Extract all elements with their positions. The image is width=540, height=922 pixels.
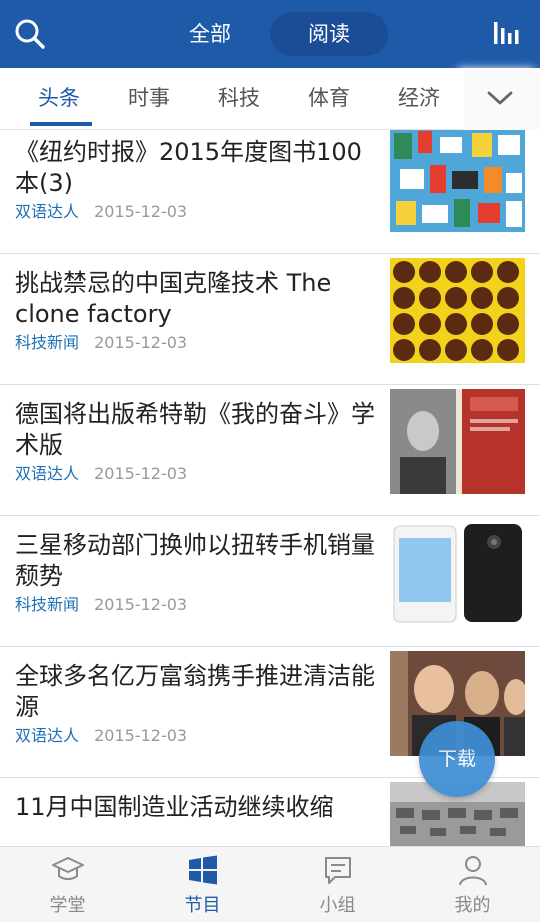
article-source: 科技新闻	[15, 333, 80, 352]
article-title: 11月中国制造业活动继续收缩	[15, 793, 334, 821]
article-item[interactable]: 德国将出版希特勒《我的奋斗》学术版 双语达人 2015-12-03	[0, 385, 540, 516]
category-tab-sports[interactable]: 体育	[284, 68, 374, 130]
category-tab-economy[interactable]: 经济	[374, 68, 464, 130]
nav-item-programs[interactable]: 节目	[135, 847, 270, 922]
article-date: 2015-12-03	[94, 202, 188, 221]
article-title: 挑战禁忌的中国克隆技术 The clone factory	[15, 269, 332, 328]
article-date: 2015-12-03	[94, 726, 188, 745]
article-meta: 科技新闻 2015-12-03	[15, 594, 187, 616]
download-button[interactable]: 下载	[419, 721, 495, 797]
article-source: 科技新闻	[15, 595, 80, 614]
article-source: 双语达人	[15, 726, 80, 745]
category-tab-technology[interactable]: 科技	[194, 68, 284, 130]
article-thumbnail	[390, 258, 525, 363]
article-item[interactable]: 挑战禁忌的中国克隆技术 The clone factory 科技新闻 2015-…	[0, 254, 540, 385]
tab-reading[interactable]: 阅读	[270, 12, 388, 56]
chevron-down-icon	[487, 91, 513, 105]
top-app-bar: 全部 阅读	[0, 0, 540, 68]
books-illustration-image	[390, 130, 525, 232]
article-source: 双语达人	[15, 464, 80, 483]
nav-label: 学堂	[49, 895, 86, 916]
article-date: 2015-12-03	[94, 333, 188, 352]
article-date: 2015-12-03	[94, 464, 188, 483]
nav-label: 我的	[454, 895, 491, 916]
article-title: 全球多名亿万富翁携手推进清洁能源	[15, 662, 375, 721]
tab-all[interactable]: 全部	[170, 12, 250, 56]
windows-tiles-icon	[188, 855, 217, 885]
search-button[interactable]	[12, 16, 48, 52]
bottom-navigation: 学堂 节目 小组 我的	[0, 846, 540, 922]
article-thumbnail	[390, 520, 525, 625]
article-title: 德国将出版希特勒《我的奋斗》学术版	[15, 400, 375, 459]
nav-item-me[interactable]: 我的	[405, 847, 540, 922]
category-tab-headlines[interactable]: 头条	[14, 68, 104, 130]
person-icon	[458, 856, 487, 886]
graduation-cap-icon	[51, 857, 84, 880]
article-item[interactable]: 《纽约时报》2015年度图书100本(3) 双语达人 2015-12-03	[0, 130, 540, 254]
article-meta: 双语达人 2015-12-03	[15, 463, 187, 485]
article-meta: 双语达人 2015-12-03	[15, 201, 187, 223]
article-title: 三星移动部门换帅以扭转手机销量颓势	[15, 531, 375, 590]
article-thumbnail	[390, 130, 525, 232]
article-date: 2015-12-03	[94, 595, 188, 614]
nav-label: 节目	[184, 895, 221, 916]
smartphones-image	[390, 520, 525, 625]
category-tabs: 头条 时事 科技 体育 经济	[0, 68, 540, 130]
search-icon	[15, 19, 45, 49]
bar-chart-icon	[494, 22, 519, 44]
chat-bubble-icon	[324, 857, 351, 884]
nav-item-groups[interactable]: 小组	[270, 847, 405, 922]
more-categories-button[interactable]	[464, 68, 540, 130]
cloned-cows-image	[390, 258, 525, 363]
article-meta: 双语达人 2015-12-03	[15, 725, 187, 747]
nav-item-school[interactable]: 学堂	[0, 847, 135, 922]
article-meta: 科技新闻 2015-12-03	[15, 332, 187, 354]
nav-label: 小组	[319, 895, 356, 916]
article-source: 双语达人	[15, 202, 80, 221]
book-and-portrait-image	[390, 389, 525, 494]
article-thumbnail	[390, 389, 525, 494]
category-tab-current-affairs[interactable]: 时事	[104, 68, 194, 130]
article-title: 《纽约时报》2015年度图书100本(3)	[15, 138, 362, 197]
ranking-button[interactable]	[490, 18, 524, 50]
article-item[interactable]: 三星移动部门换帅以扭转手机销量颓势 科技新闻 2015-12-03	[0, 516, 540, 647]
